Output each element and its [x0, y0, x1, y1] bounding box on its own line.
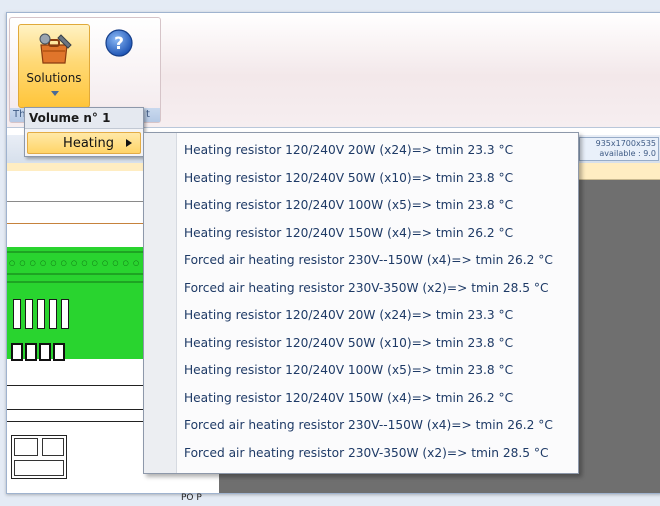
- help-question-icon[interactable]: ?: [104, 28, 134, 58]
- breaker: [61, 299, 69, 329]
- device-cell: [14, 460, 64, 476]
- heating-menu-item[interactable]: Heating resistor 120/240V 150W (x4)=> tm…: [178, 220, 576, 248]
- heating-menu-item[interactable]: Heating resistor 120/240V 50W (x10)=> tm…: [178, 165, 576, 193]
- enclosure-available: available : 9.0: [599, 149, 656, 158]
- breaker: [25, 299, 33, 329]
- heating-menu-item[interactable]: Forced air heating resistor 230V-350W (x…: [178, 440, 576, 468]
- contactor: [11, 343, 23, 361]
- contactor: [53, 343, 65, 361]
- heating-menu-item[interactable]: Heating resistor 120/240V 50W (x10)=> tm…: [178, 330, 576, 358]
- heating-submenu: Heating resistor 120/240V 20W (x24)=> tm…: [143, 132, 579, 474]
- terminal-dots: ○ ○ ○ ○ ○ ○ ○ ○ ○ ○ ○ ○ ○ ○: [9, 259, 151, 267]
- chevron-down-icon: [51, 91, 59, 96]
- device-block: [11, 435, 67, 479]
- breaker: [37, 299, 45, 329]
- breaker-group: [11, 299, 71, 329]
- enclosure-dimensions: 935x1700x535: [595, 139, 656, 148]
- sheet-label: PO P: [181, 493, 202, 503]
- menu-item-heating[interactable]: Heating: [27, 132, 141, 154]
- heating-menu-item[interactable]: Forced air heating resistor 230V--150W (…: [178, 247, 576, 275]
- toolbox-icon: [39, 33, 72, 64]
- contactor-group: [11, 343, 71, 363]
- contactor: [25, 343, 37, 361]
- heating-menu-item[interactable]: Forced air heating resistor 230V-350W (x…: [178, 275, 576, 303]
- heating-menu-item[interactable]: Heating resistor 120/240V 20W (x24)=> tm…: [178, 137, 576, 165]
- solutions-label: Solutions: [26, 71, 82, 85]
- ribbon-caption-right: t: [146, 109, 150, 120]
- heating-menu-item[interactable]: Heating resistor 120/240V 150W (x4)=> tm…: [178, 385, 576, 413]
- device-cell: [42, 438, 64, 456]
- breaker: [49, 299, 57, 329]
- svg-text:?: ?: [114, 34, 124, 54]
- heating-menu-item[interactable]: Heating resistor 120/240V 100W (x5)=> tm…: [178, 192, 576, 220]
- solutions-button[interactable]: Solutions: [18, 24, 90, 108]
- enclosure-info-box: 935x1700x535 available : 9.0: [579, 137, 659, 161]
- heating-menu-item[interactable]: Heating resistor 120/240V 20W (x24)=> tm…: [178, 302, 576, 330]
- chevron-right-icon: [126, 139, 132, 147]
- device-cell: [14, 438, 38, 456]
- heating-submenu-list: Heating resistor 120/240V 20W (x24)=> tm…: [178, 137, 576, 467]
- menu-item-heating-label: Heating: [63, 136, 114, 151]
- volume-menu-header: Volume n° 1: [25, 108, 143, 129]
- menu-gutter: [144, 133, 177, 473]
- heating-menu-item[interactable]: Heating resistor 120/240V 100W (x5)=> tm…: [178, 357, 576, 385]
- volume-menu: Volume n° 1 Heating: [24, 107, 144, 157]
- contactor: [39, 343, 51, 361]
- breaker: [13, 299, 21, 329]
- heating-menu-item[interactable]: Forced air heating resistor 230V--150W (…: [178, 412, 576, 440]
